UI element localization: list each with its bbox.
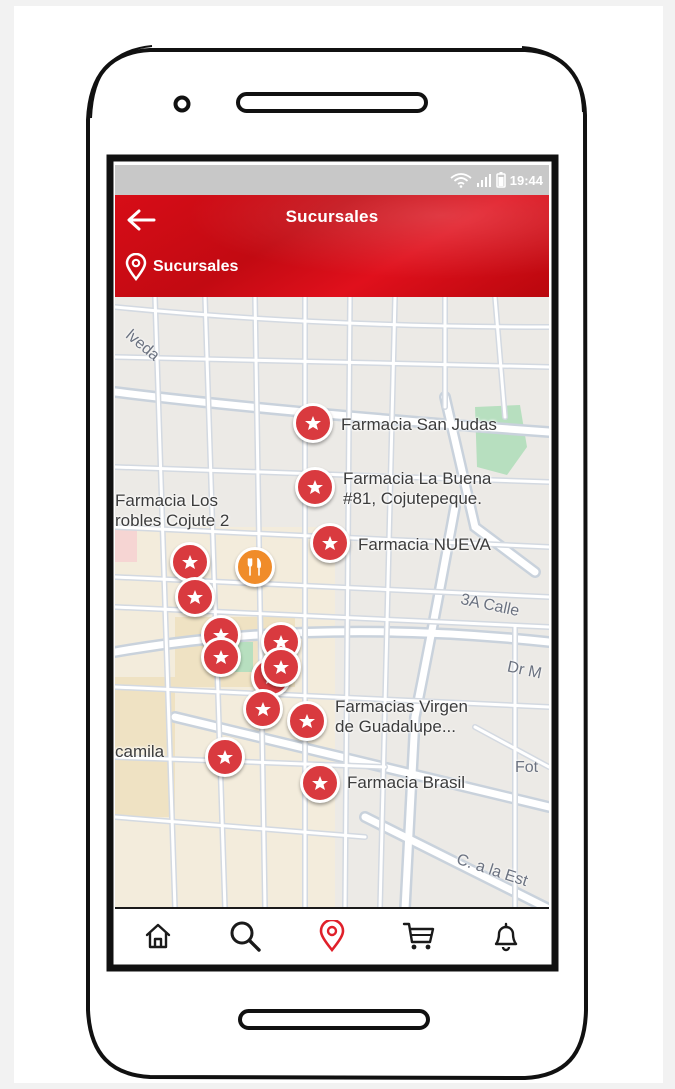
page-title: Sucursales [285, 207, 379, 226]
street-label-fot: Fot [515, 759, 539, 776]
star-icon [322, 536, 338, 550]
star-icon [182, 555, 198, 569]
pharmacy-pin-nueva[interactable] [310, 523, 350, 563]
place-label-los-robles: Farmacia Los robles Cojute 2 [115, 491, 230, 530]
location-pin-icon [319, 920, 345, 952]
fork-knife-icon [247, 558, 262, 576]
status-bar: 19:44 [115, 165, 549, 195]
star-icon [307, 480, 323, 494]
subheader-label: Sucursales [153, 258, 239, 275]
pharmacy-pin[interactable] [201, 637, 241, 677]
nav-notifications[interactable] [482, 914, 530, 958]
wifi-icon [450, 173, 472, 188]
pharmacy-pin-san-judas[interactable] [293, 403, 333, 443]
pharmacy-pin-virgen[interactable] [287, 701, 327, 741]
nav-locations[interactable] [308, 914, 356, 958]
signal-icon [476, 174, 491, 187]
star-icon [187, 590, 203, 604]
star-icon [312, 776, 328, 790]
star-icon [273, 660, 289, 674]
bell-icon [494, 922, 517, 952]
pharmacy-pin[interactable] [175, 577, 215, 617]
place-label-virgen: Farmacias Virgen de Guadalupe... [335, 697, 468, 736]
pharmacy-pin-la-buena[interactable] [295, 467, 335, 507]
place-label-brasil: Farmacia Brasil [347, 773, 466, 792]
status-icons: 19:44 [450, 171, 543, 189]
place-label-camila: camila [115, 742, 165, 761]
bottom-nav [115, 907, 549, 963]
nav-home[interactable] [134, 914, 182, 958]
pharmacy-pin[interactable] [243, 689, 283, 729]
star-icon [255, 702, 271, 716]
phone-screen: 19:44 Sucursales Sucursales lveda 3A Cal… [115, 165, 549, 963]
map-view[interactable]: lveda 3A Calle Dr M C. a la Est Fot Farm… [115, 297, 549, 909]
place-label-la-buena: Farmacia La Buena #81, Cojutepeque. [343, 469, 492, 508]
place-label-nueva: Farmacia NUEVA [358, 535, 491, 554]
location-pin-icon [125, 253, 147, 281]
nav-search[interactable] [221, 914, 269, 958]
pharmacy-pin[interactable] [261, 647, 301, 687]
star-icon [217, 750, 233, 764]
subheader: Sucursales [125, 253, 238, 281]
battery-icon [496, 172, 506, 188]
star-icon [213, 650, 229, 664]
cart-icon [402, 922, 434, 950]
star-icon [305, 416, 321, 430]
home-icon [146, 923, 171, 949]
place-label-san-judas: Farmacia San Judas [341, 415, 497, 434]
search-icon [230, 921, 261, 952]
app-header: Sucursales Sucursales [115, 195, 549, 297]
pharmacy-pin-brasil[interactable] [300, 763, 340, 803]
status-time: 19:44 [509, 172, 543, 188]
nav-cart[interactable] [395, 914, 443, 958]
star-icon [299, 714, 315, 728]
pharmacy-pin-los-robles[interactable] [170, 542, 210, 582]
pharmacy-pin-camila[interactable] [205, 737, 245, 777]
restaurant-pin[interactable] [235, 547, 275, 587]
